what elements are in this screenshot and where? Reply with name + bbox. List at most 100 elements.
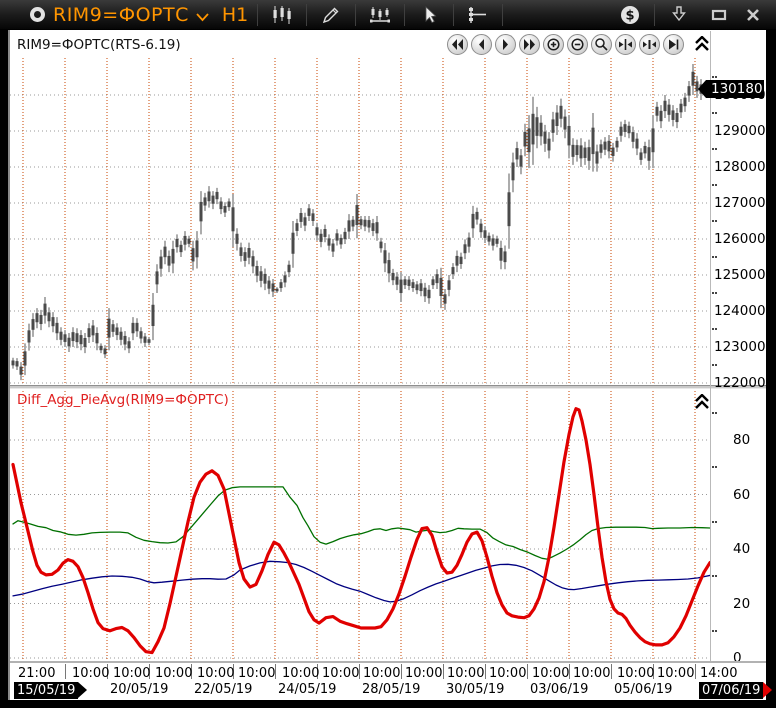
time-tick-label: 10:00	[282, 666, 319, 681]
indicator-line-upper-band	[13, 487, 710, 559]
scroll-fast-left-button[interactable]	[447, 34, 468, 55]
time-tick-label: 10:00	[657, 666, 694, 681]
pencil-icon[interactable]	[316, 2, 346, 28]
zoom-range-button[interactable]	[591, 34, 612, 55]
indicator-levels-icon[interactable]	[463, 2, 493, 28]
time-tick-label: 10:00	[197, 666, 234, 681]
price-minor-tick	[712, 328, 714, 330]
indicator-tick-label: 20	[733, 596, 750, 612]
scroll-left-icon	[474, 37, 489, 52]
timeframe-label[interactable]: H1	[222, 4, 248, 26]
price-tick-label: 124000	[714, 303, 766, 319]
time-tick-label: 21:00	[18, 666, 55, 681]
separator	[404, 4, 405, 26]
indicator-chart[interactable]	[10, 389, 710, 661]
separator	[502, 4, 503, 26]
time-axis-border	[10, 661, 766, 663]
time-tick-label: 10:00	[322, 666, 359, 681]
chevron-down-icon[interactable]	[195, 11, 210, 23]
price-tick-label: 125000	[714, 267, 766, 283]
zoom-in-button[interactable]	[543, 34, 564, 55]
collapse-panel-icon[interactable]	[694, 394, 710, 409]
scroll-left-button[interactable]	[471, 34, 492, 55]
price-chart[interactable]	[10, 31, 710, 385]
price-minor-tick	[712, 364, 714, 366]
price-minor-tick	[712, 112, 714, 114]
zoom-out-icon	[570, 37, 585, 52]
start-date-badge: 15/05/19	[14, 682, 78, 699]
time-axis-tick	[611, 664, 612, 679]
compress-horizontal-icon	[618, 37, 633, 52]
time-tick-label: 10:00	[489, 666, 526, 681]
scroll-right-button[interactable]	[495, 34, 516, 55]
indicator-tick-label: 40	[733, 541, 750, 557]
go-to-end-icon	[666, 37, 681, 52]
price-tick-label: 129000	[714, 123, 766, 139]
scroll-right-icon	[498, 37, 513, 52]
date-tick-label: 20/05/19	[110, 682, 168, 697]
chart-nav-toolbar	[447, 34, 684, 55]
zoom-in-icon	[546, 37, 561, 52]
price-minor-tick	[712, 184, 714, 186]
last-price-badge: 130180	[706, 80, 764, 98]
download-arrow-icon[interactable]	[664, 2, 694, 28]
date-tick-label: 03/06/19	[530, 682, 588, 697]
price-tick-label: 123000	[714, 339, 766, 355]
indicator-tick-label: 60	[733, 487, 750, 503]
indicator-minor-tick	[712, 630, 714, 632]
price-minor-tick	[712, 76, 714, 78]
time-tick-label: 10:00	[447, 666, 484, 681]
time-axis-tick	[401, 664, 402, 679]
time-tick-label: 10:00	[113, 666, 150, 681]
close-icon[interactable]	[738, 2, 768, 28]
price-tick-label: 128000	[714, 159, 766, 175]
price-tick-label: 127000	[714, 195, 766, 211]
time-tick-label: 10:00	[405, 666, 442, 681]
zoom-range-icon	[594, 37, 609, 52]
time-tick-label: 10:00	[155, 666, 192, 681]
minimize-icon[interactable]	[704, 2, 734, 28]
date-tick-label: 05/06/19	[614, 682, 672, 697]
scroll-fast-right-icon	[522, 37, 537, 52]
indicator-minor-tick	[712, 466, 714, 468]
time-axis-tick	[695, 664, 696, 679]
price-minor-tick	[712, 256, 714, 258]
price-minor-tick	[712, 292, 714, 294]
time-axis-tick	[527, 664, 528, 679]
zoom-out-button[interactable]	[567, 34, 588, 55]
separator	[453, 4, 454, 26]
bar-width-button[interactable]	[639, 34, 660, 55]
date-tick-label: 30/05/19	[446, 682, 504, 697]
separator	[355, 4, 356, 26]
price-minor-tick	[712, 148, 714, 150]
indicator-minor-tick	[712, 575, 714, 577]
end-date-badge: 07/06/19	[699, 682, 763, 699]
collapse-panel-icon[interactable]	[694, 36, 710, 51]
candlestick-chart-icon[interactable]	[267, 2, 297, 28]
indicator-gridlines	[10, 391, 710, 659]
toolbar: RIM9=ФОРТС H1 $	[0, 0, 776, 30]
cursor-icon[interactable]	[414, 2, 444, 28]
date-tick-label: 28/05/19	[362, 682, 420, 697]
price-minor-tick	[712, 220, 714, 222]
go-to-end-button[interactable]	[663, 34, 684, 55]
compress-horizontal-button[interactable]	[615, 34, 636, 55]
price-axis-border	[710, 31, 711, 661]
symbol-title[interactable]: RIM9=ФОРТС	[53, 4, 189, 26]
time-axis-tick	[485, 664, 486, 679]
price-tick-label: 126000	[714, 231, 766, 247]
time-axis-tick	[443, 664, 444, 679]
scroll-fast-right-button[interactable]	[519, 34, 540, 55]
indicator-tick-label: 80	[733, 432, 750, 448]
time-tick-label: 10:00	[573, 666, 610, 681]
dollar-icon[interactable]: $	[615, 2, 645, 28]
candlestick-series	[12, 64, 707, 380]
date-tick-label: 24/05/19	[278, 682, 336, 697]
svg-text:$: $	[625, 9, 634, 24]
indicator-minor-tick	[712, 412, 714, 414]
chart-objects-icon[interactable]	[365, 2, 395, 28]
indicator-tick-label: 0	[733, 650, 742, 666]
date-tick-label: 22/05/19	[194, 682, 252, 697]
time-tick-label: 10:00	[617, 666, 654, 681]
separator	[306, 4, 307, 26]
